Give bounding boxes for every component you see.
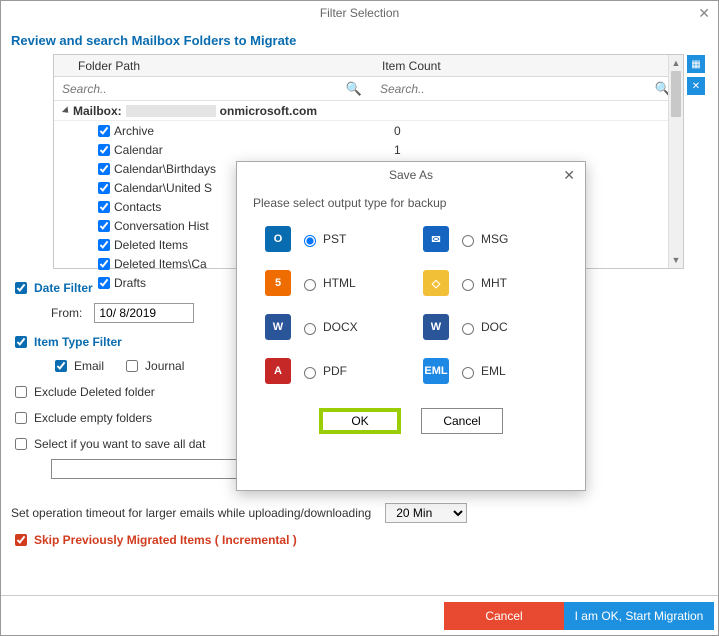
scroll-down-icon[interactable]: ▼ — [669, 252, 683, 268]
output-option-doc[interactable]: W DOC — [423, 314, 557, 340]
skip-migrated-checkbox[interactable]: Skip Previously Migrated Items ( Increme… — [11, 531, 708, 549]
output-option-msg[interactable]: ✉ MSG — [423, 226, 557, 252]
search-count-input[interactable] — [378, 81, 655, 97]
from-label: From: — [51, 306, 82, 320]
msg-icon: ✉ — [423, 226, 449, 252]
mailbox-redacted — [126, 105, 216, 117]
output-radio[interactable] — [304, 279, 316, 291]
folder-count: 1 — [394, 143, 401, 157]
save-as-message: Please select output type for backup — [237, 188, 585, 214]
search-icon[interactable]: 🔍 — [346, 81, 370, 97]
output-label: EML — [481, 364, 506, 378]
folder-count: 0 — [394, 124, 401, 138]
scroll-thumb[interactable] — [671, 71, 681, 117]
filter-selection-window: Filter Selection ✕ Review and search Mai… — [0, 0, 719, 636]
table-row[interactable]: Calendar1 — [54, 140, 683, 159]
output-label: DOCX — [323, 320, 358, 334]
folder-checkbox[interactable] — [98, 201, 110, 213]
timeout-select[interactable]: 20 Min — [385, 503, 467, 523]
window-title: Filter Selection — [320, 6, 399, 20]
output-option-html[interactable]: 5 HTML — [265, 270, 399, 296]
titlebar: Filter Selection ✕ — [1, 1, 718, 25]
footer: Cancel I am OK, Start Migration — [1, 595, 718, 635]
date-from-input[interactable] — [94, 303, 194, 323]
output-radio[interactable] — [462, 323, 474, 335]
search-folder-input[interactable] — [60, 81, 346, 97]
window-close-icon[interactable]: ✕ — [698, 1, 710, 25]
folder-checkbox[interactable] — [98, 163, 110, 175]
mailbox-domain: onmicrosoft.com — [220, 104, 317, 118]
output-radio[interactable] — [304, 367, 316, 379]
output-radio[interactable] — [462, 367, 474, 379]
mailbox-label: Mailbox: — [73, 104, 122, 118]
pst-icon: O — [265, 226, 291, 252]
folder-checkbox[interactable] — [98, 144, 110, 156]
output-label: HTML — [323, 276, 356, 290]
output-radio[interactable] — [462, 279, 474, 291]
save-as-title: Save As — [389, 168, 433, 182]
output-option-eml[interactable]: EML EML — [423, 358, 557, 384]
output-radio[interactable] — [304, 323, 316, 335]
output-radio[interactable] — [304, 235, 316, 247]
output-option-pdf[interactable]: A PDF — [265, 358, 399, 384]
select-all-button[interactable]: ▦ — [687, 55, 705, 73]
expand-icon[interactable] — [62, 106, 71, 115]
start-migration-button[interactable]: I am OK, Start Migration — [564, 602, 714, 630]
mht-icon: ◇ — [423, 270, 449, 296]
table-row[interactable]: Archive0 — [54, 121, 683, 140]
output-label: DOC — [481, 320, 508, 334]
folder-checkbox[interactable] — [98, 277, 110, 289]
list-scrollbar[interactable]: ▲ ▼ — [668, 55, 683, 268]
cancel-button[interactable]: Cancel — [444, 602, 564, 630]
col-folder-path[interactable]: Folder Path — [54, 55, 374, 76]
output-label: MHT — [481, 276, 507, 290]
save-as-ok-button[interactable]: OK — [319, 408, 401, 434]
output-option-docx[interactable]: W DOCX — [265, 314, 399, 340]
docx-icon: W — [265, 314, 291, 340]
journal-checkbox[interactable]: Journal — [122, 357, 184, 375]
email-checkbox[interactable]: Email — [51, 357, 104, 375]
output-option-mht[interactable]: ◇ MHT — [423, 270, 557, 296]
pdf-icon: A — [265, 358, 291, 384]
col-item-count[interactable]: Item Count — [374, 55, 683, 76]
folder-checkbox[interactable] — [98, 220, 110, 232]
folder-checkbox[interactable] — [98, 125, 110, 137]
save-as-dialog: Save As ✕ Please select output type for … — [236, 161, 586, 491]
timeout-label: Set operation timeout for larger emails … — [11, 506, 371, 520]
save-as-close-icon[interactable]: ✕ — [563, 167, 575, 184]
output-radio[interactable] — [462, 235, 474, 247]
clear-all-button[interactable]: ✕ — [687, 77, 705, 95]
eml-icon: EML — [423, 358, 449, 384]
scroll-up-icon[interactable]: ▲ — [669, 55, 683, 71]
folder-checkbox[interactable] — [98, 258, 110, 270]
page-heading: Review and search Mailbox Folders to Mig… — [11, 33, 708, 48]
folder-name: Archive — [114, 124, 394, 138]
folder-checkbox[interactable] — [98, 182, 110, 194]
doc-icon: W — [423, 314, 449, 340]
folder-checkbox[interactable] — [98, 239, 110, 251]
folder-name: Calendar — [114, 143, 394, 157]
output-label: PDF — [323, 364, 347, 378]
output-label: PST — [323, 232, 346, 246]
html-icon: 5 — [265, 270, 291, 296]
list-header: Folder Path Item Count — [54, 55, 683, 77]
output-option-pst[interactable]: O PST — [265, 226, 399, 252]
output-label: MSG — [481, 232, 508, 246]
save-as-cancel-button[interactable]: Cancel — [421, 408, 503, 434]
